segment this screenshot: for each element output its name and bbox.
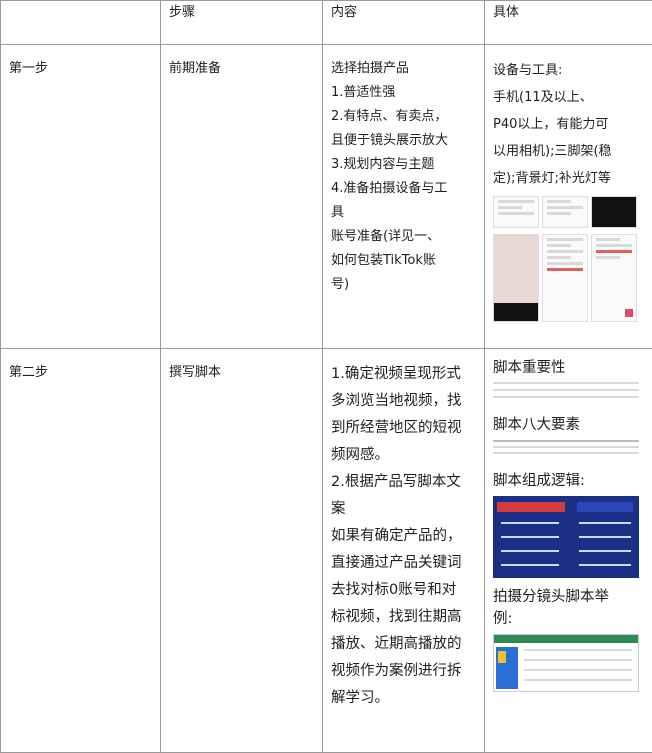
table-row-step1: 第一步 前期准备 选择拍摄产品 1.普适性强 2.有特点、有卖点， 且便于镜头展…	[1, 45, 652, 349]
content-line: 解学习。	[331, 685, 484, 712]
content-line: 播放、近期高播放的	[331, 631, 484, 658]
header-cell-content: 内容	[323, 1, 485, 45]
step-name: 前期准备	[161, 45, 323, 349]
screenshot-thumb	[493, 234, 539, 322]
content-line: 1.确定视频呈现形式	[331, 361, 484, 388]
content-line: 具	[331, 201, 484, 225]
header-cell-empty	[1, 1, 161, 45]
content-line: 4.准备拍摄设备与工	[331, 177, 484, 201]
header-cell-detail: 具体	[485, 1, 652, 45]
content-line: 如果有确定产品的，	[331, 523, 484, 550]
content-line: 视频作为案例进行拆	[331, 658, 484, 685]
process-table: 步骤 内容 具体 第一步 前期准备 选择拍摄产品 1.普适性强 2.有特点、有卖…	[0, 0, 652, 753]
header-row: 步骤 内容 具体	[1, 1, 652, 45]
content-line: 2.根据产品写脚本文	[331, 469, 484, 496]
script-logic-figure	[493, 496, 639, 578]
content-line: 2.有特点、有卖点，	[331, 105, 484, 129]
step-detail: 设备与工具: 手机(11及以上、 P40以上，有能力可 以用相机);三脚架(稳 …	[485, 45, 652, 349]
header-cell-step: 步骤	[161, 1, 323, 45]
detail-line: 设备与工具:	[493, 57, 652, 84]
detail-line: 以用相机);三脚架(稳	[493, 138, 652, 165]
screenshot-thumb	[542, 234, 588, 322]
content-lines: 1.确定视频呈现形式 多浏览当地视频，找 到所经营地区的短视 频网感。 2.根据…	[331, 361, 484, 712]
content-line: 号)	[331, 273, 484, 297]
content-line: 如何包装TikTok账	[331, 249, 484, 273]
script-importance-figure	[493, 382, 639, 408]
content-line: 直接通过产品关键词	[331, 550, 484, 577]
step-detail: 脚本重要性 脚本八大要素 脚本组成逻辑:	[485, 349, 652, 753]
detail-line: 手机(11及以上、	[493, 84, 652, 111]
step-label: 第一步	[1, 45, 161, 349]
detail-heading: 脚本重要性	[493, 357, 652, 379]
content-line: 去找对标0账号和对	[331, 577, 484, 604]
screenshot-thumb	[591, 234, 637, 322]
content-line: 账号准备(详见一、	[331, 225, 484, 249]
phone-screenshots-figure	[493, 196, 641, 324]
detail-heading: 脚本组成逻辑:	[493, 470, 652, 492]
storyboard-figure	[493, 634, 639, 692]
screenshot-thumb	[542, 196, 588, 228]
content-line: 频网感。	[331, 442, 484, 469]
detail-line: 定);背景灯;补光灯等	[493, 165, 652, 192]
script-elements-figure	[493, 440, 639, 462]
content-line: 1.普适性强	[331, 81, 484, 105]
table-row-step2: 第二步 撰写脚本 1.确定视频呈现形式 多浏览当地视频，找 到所经营地区的短视 …	[1, 349, 652, 753]
step-name: 撰写脚本	[161, 349, 323, 753]
detail-heading: 脚本八大要素	[493, 414, 652, 436]
content-line: 到所经营地区的短视	[331, 415, 484, 442]
step-content: 1.确定视频呈现形式 多浏览当地视频，找 到所经营地区的短视 频网感。 2.根据…	[323, 349, 485, 753]
screenshot-thumb	[591, 196, 637, 228]
content-line: 选择拍摄产品	[331, 57, 484, 81]
detail-line: P40以上，有能力可	[493, 111, 652, 138]
content-line: 案	[331, 496, 484, 523]
screenshot-thumb	[493, 196, 539, 228]
content-lines: 选择拍摄产品 1.普适性强 2.有特点、有卖点， 且便于镜头展示放大 3.规划内…	[331, 57, 484, 297]
detail-lines: 设备与工具: 手机(11及以上、 P40以上，有能力可 以用相机);三脚架(稳 …	[493, 57, 652, 192]
content-line: 多浏览当地视频，找	[331, 388, 484, 415]
content-line: 3.规划内容与主题	[331, 153, 484, 177]
content-line: 且便于镜头展示放大	[331, 129, 484, 153]
content-line: 标视频，找到往期高	[331, 604, 484, 631]
detail-heading: 拍摄分镜头脚本举	[493, 586, 652, 608]
step-label: 第二步	[1, 349, 161, 753]
step-content: 选择拍摄产品 1.普适性强 2.有特点、有卖点， 且便于镜头展示放大 3.规划内…	[323, 45, 485, 349]
detail-heading: 例:	[493, 608, 652, 630]
